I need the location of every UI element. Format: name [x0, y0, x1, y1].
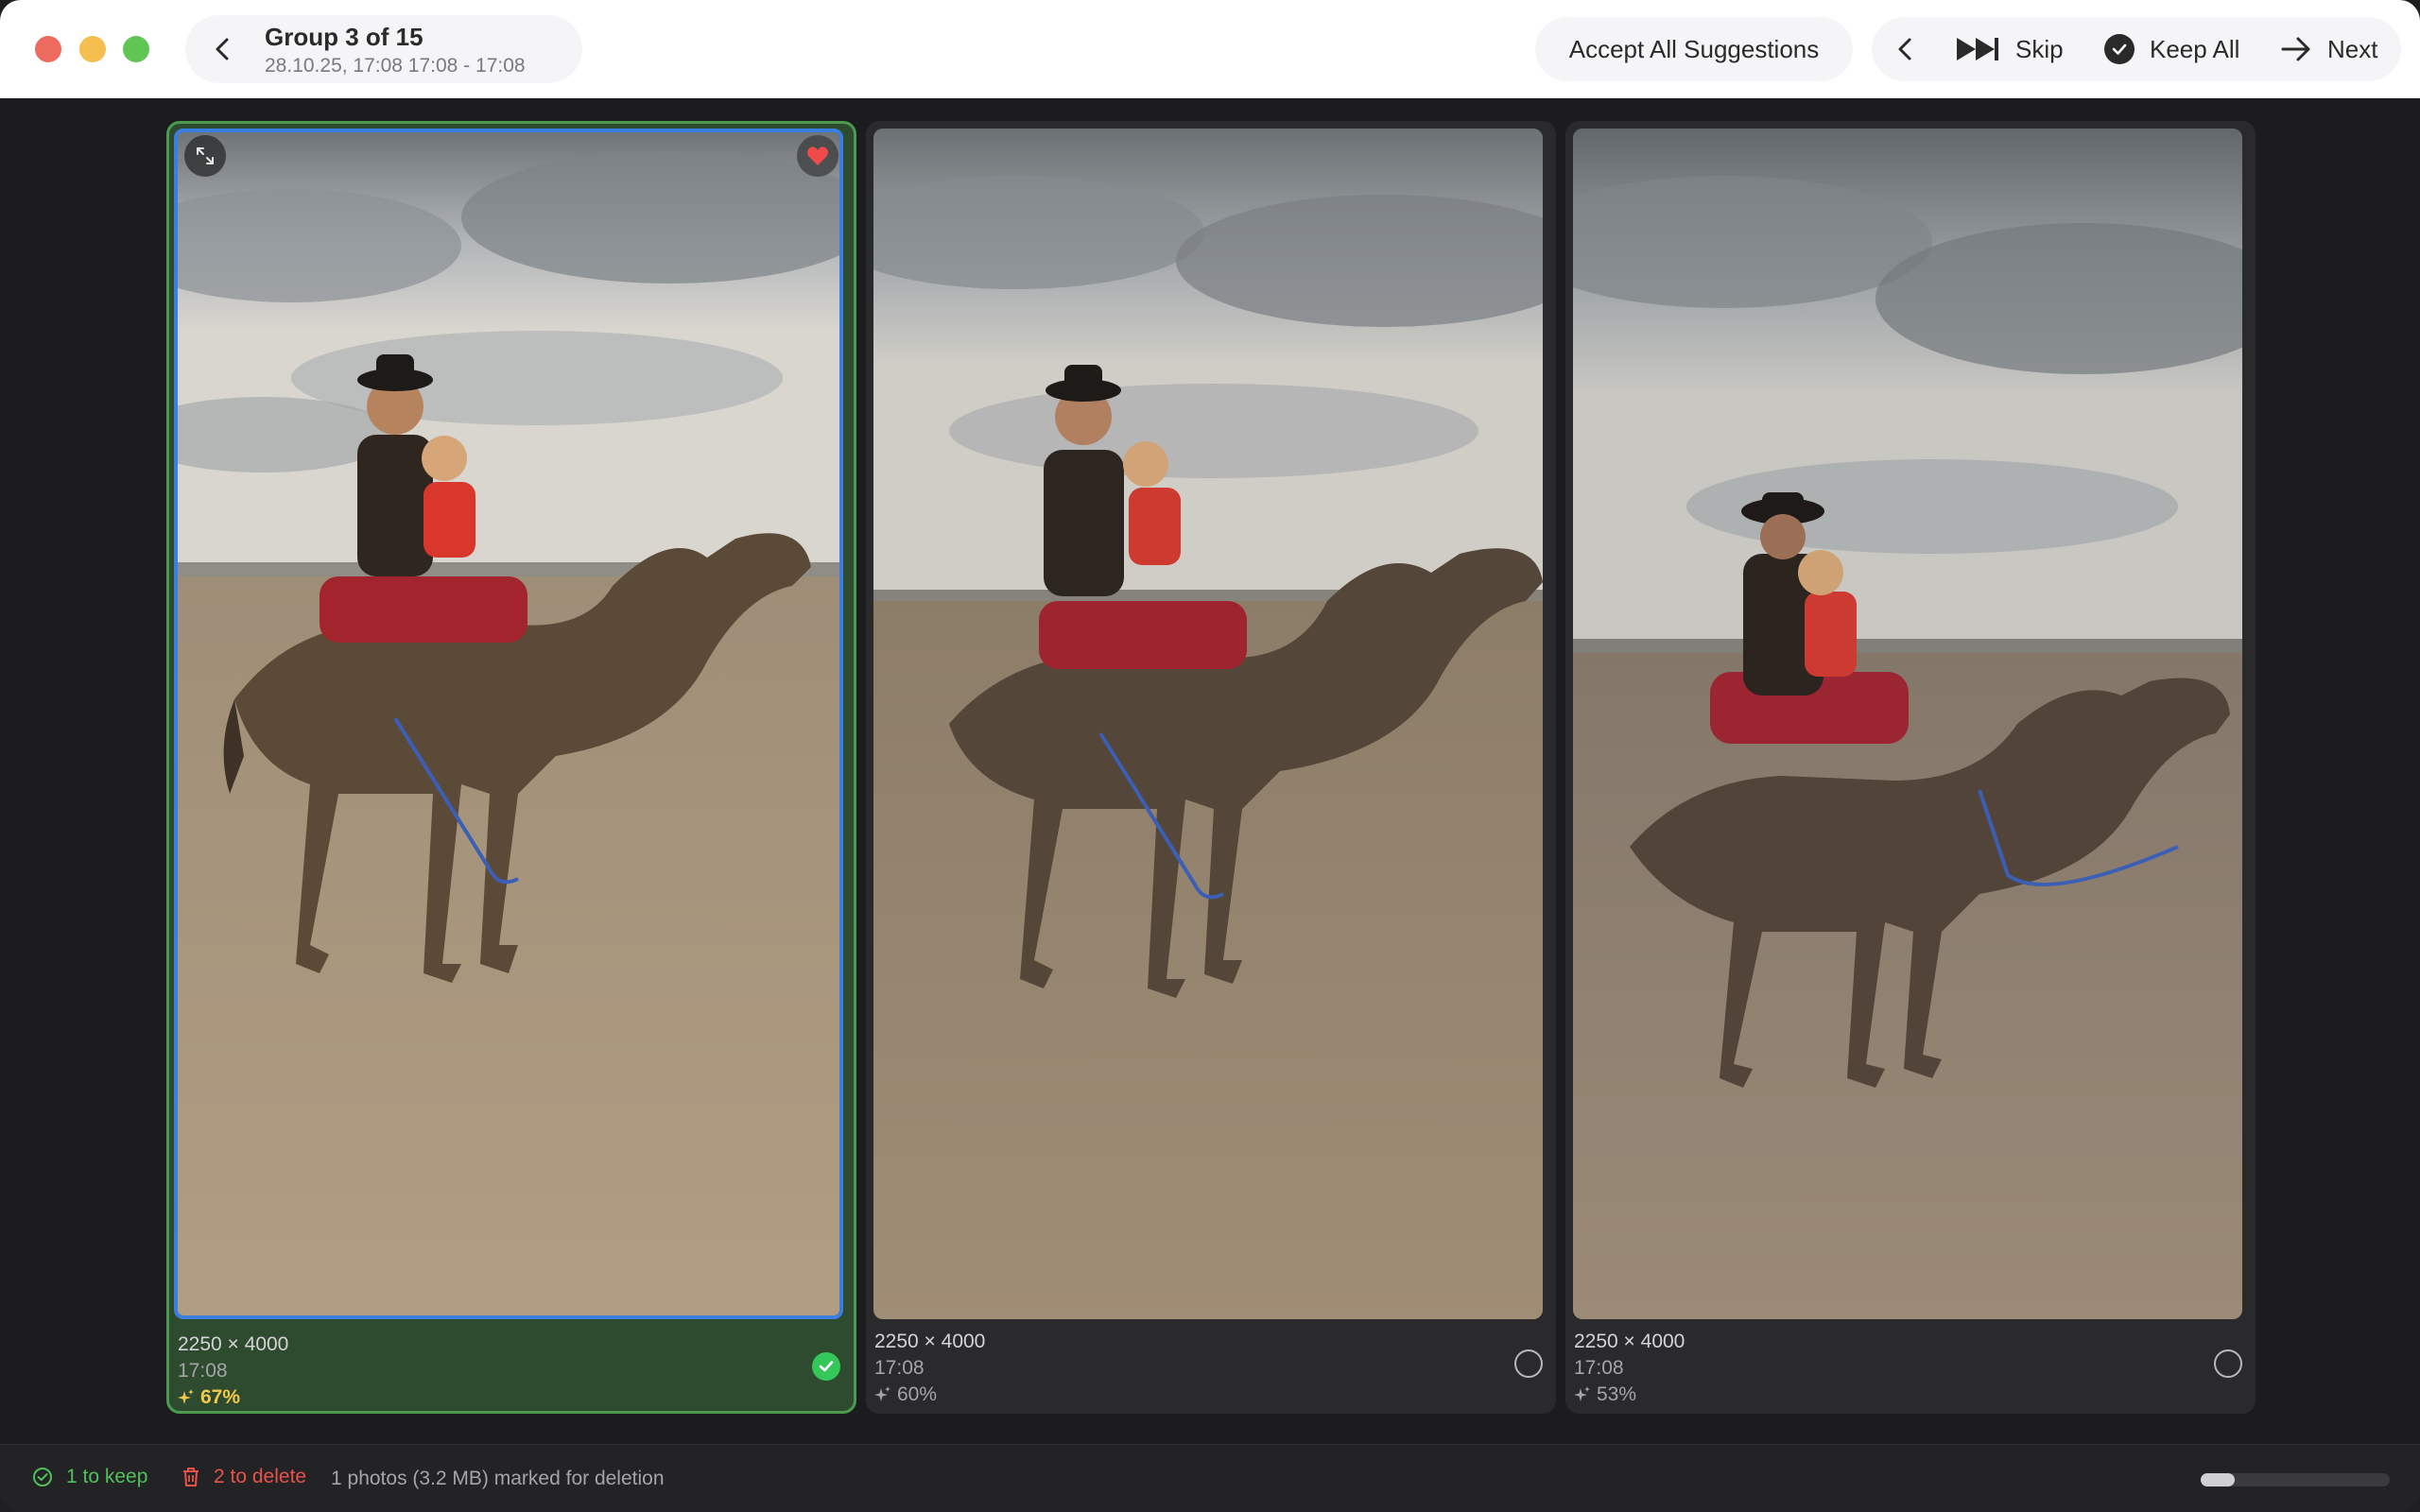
next-button[interactable]: Next [2280, 17, 2377, 81]
photo-dimensions: 2250 × 4000 [1574, 1331, 1685, 1352]
title-bar: Group 3 of 15 28.10.25, 17:08 17:08 - 17… [0, 0, 2420, 99]
photo-card[interactable]: 2250 × 4000 17:08 53% [1565, 121, 2256, 1414]
photo-dimensions: 2250 × 4000 [178, 1333, 289, 1355]
group-info: Group 3 of 15 28.10.25, 17:08 17:08 - 17… [185, 15, 582, 83]
checkmark-circle-icon [2104, 34, 2135, 64]
arrow-right-icon [2281, 37, 2310, 61]
quality-score-value: 67% [200, 1386, 241, 1408]
photo-card[interactable]: 2250 × 4000 17:08 67% [166, 121, 856, 1414]
photo-card[interactable]: 2250 × 4000 17:08 60% [866, 121, 1556, 1414]
status-bar: 1 to keep 2 to delete 1 photos (3.2 MB) … [0, 1444, 2420, 1512]
camel-rider-photo [873, 129, 1543, 1319]
quality-score-value: 60% [897, 1383, 938, 1405]
select-circle-icon[interactable] [1514, 1349, 1543, 1378]
sparkle-icon [874, 1386, 890, 1401]
close-window-button[interactable] [35, 36, 61, 62]
horizontal-scrollbar[interactable] [2201, 1473, 2390, 1486]
camel-rider-photo [178, 132, 839, 1315]
trash-icon [183, 1468, 199, 1486]
scrollbar-thumb[interactable] [2201, 1473, 2235, 1486]
keep-all-button[interactable]: Keep All [2104, 17, 2239, 81]
deletion-summary: 1 photos (3.2 MB) marked for deletion [331, 1468, 665, 1489]
keep-status: 1 to keep [32, 1466, 147, 1488]
camel-rider-photo [1573, 129, 2242, 1319]
accept-all-label: Accept All Suggestions [1568, 34, 1820, 63]
fast-forward-icon [1957, 38, 1998, 60]
heart-icon[interactable] [797, 135, 838, 177]
select-circle-icon[interactable] [2214, 1349, 2242, 1378]
expand-icon[interactable] [184, 135, 226, 177]
accept-all-suggestions-button[interactable]: Accept All Suggestions [1535, 17, 1853, 81]
photo-thumbnail[interactable] [1573, 129, 2242, 1319]
keep-all-label: Keep All [2150, 34, 2240, 63]
app-window: Group 3 of 15 28.10.25, 17:08 17:08 - 17… [0, 0, 2420, 1512]
photo-thumbnail[interactable] [174, 129, 843, 1319]
photo-thumbnail[interactable] [873, 129, 1543, 1319]
chevron-left-icon[interactable] [208, 34, 238, 64]
photo-time: 17:08 [874, 1357, 925, 1379]
delete-count: 2 to delete [214, 1466, 307, 1487]
keep-check-icon[interactable] [812, 1352, 840, 1381]
quality-score: 60% [874, 1383, 937, 1406]
previous-group-icon[interactable] [1891, 34, 1921, 64]
quality-score-value: 53% [1597, 1383, 1637, 1405]
photo-time: 17:08 [178, 1360, 228, 1382]
quality-score: 53% [1574, 1383, 1636, 1406]
group-subtitle: 28.10.25, 17:08 17:08 - 17:08 [265, 55, 526, 77]
minimize-window-button[interactable] [79, 36, 106, 62]
next-label: Next [2327, 34, 2378, 63]
keep-count: 1 to keep [66, 1466, 148, 1487]
photo-grid: 2250 × 4000 17:08 67% 2250 × 4000 17:08 … [0, 98, 2420, 1444]
photo-dimensions: 2250 × 4000 [874, 1331, 986, 1352]
check-circle-icon [33, 1468, 52, 1486]
group-title: Group 3 of 15 [265, 23, 424, 51]
sparkle-icon [178, 1389, 194, 1404]
delete-status: 2 to delete [182, 1466, 306, 1488]
skip-label: Skip [2015, 34, 2064, 63]
quality-score: 67% [178, 1386, 240, 1409]
skip-button[interactable]: Skip [1955, 17, 2064, 81]
photo-time: 17:08 [1574, 1357, 1624, 1379]
zoom-window-button[interactable] [123, 36, 149, 62]
sparkle-icon [1574, 1386, 1590, 1401]
navigation-controls: Skip Keep All Next [1872, 17, 2401, 81]
